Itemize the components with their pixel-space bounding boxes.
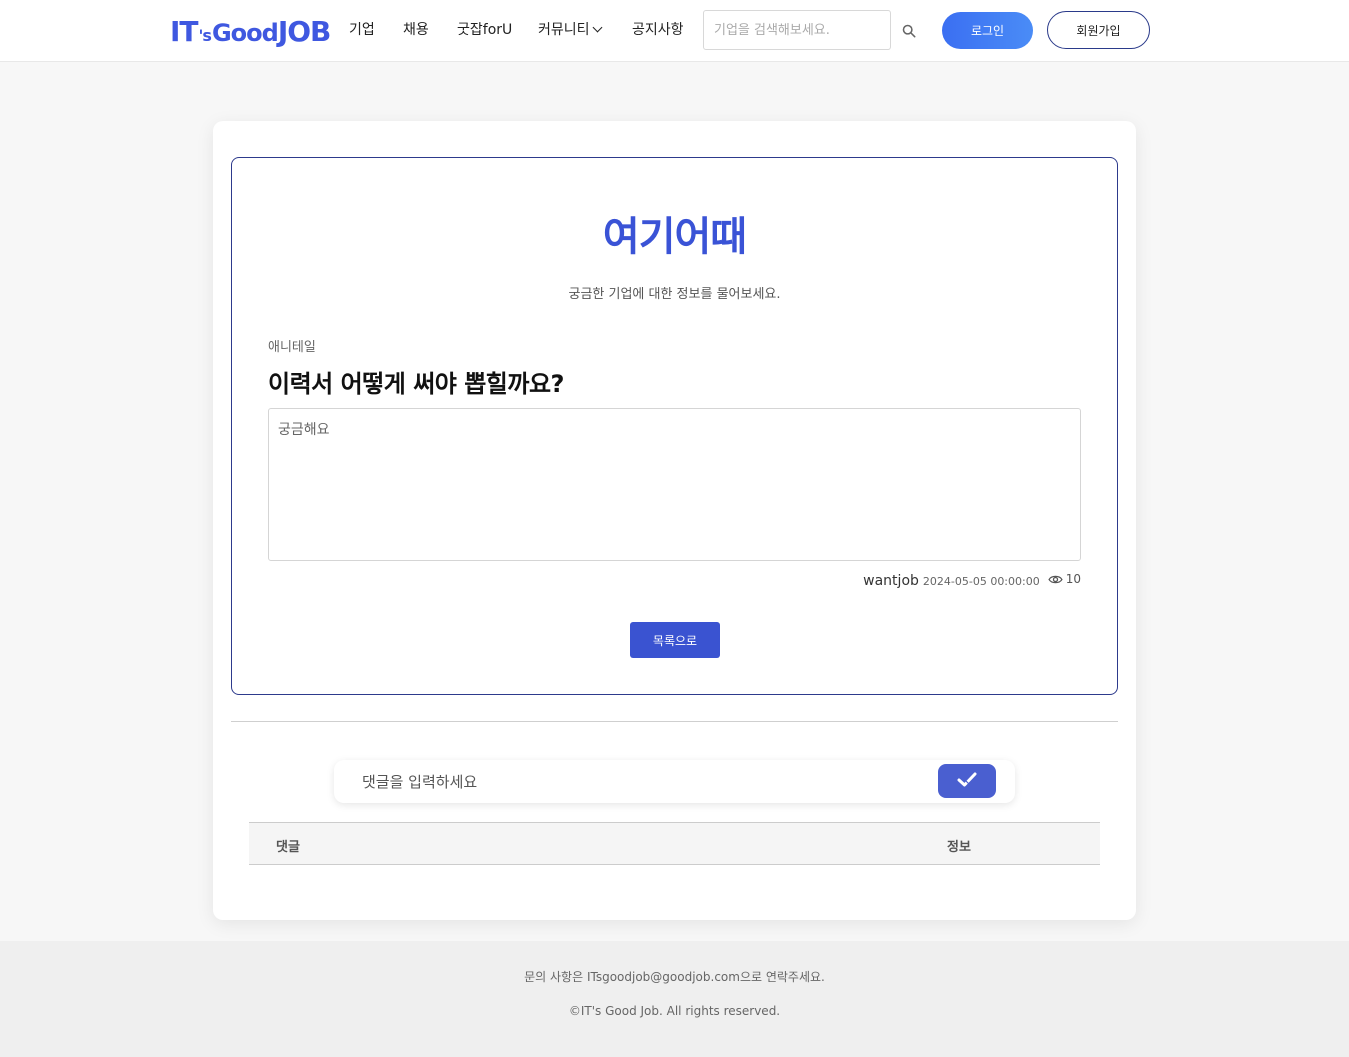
comment-column-header: 댓글 <box>276 840 300 855</box>
signup-button[interactable]: 회원가입 <box>1047 11 1150 49</box>
post-view-count: 10 <box>1065 572 1081 586</box>
logo-text-it: IT <box>170 15 199 48</box>
logo-text-job: JOB <box>277 15 332 48</box>
post-detail-panel: 여기어때 궁금한 기업에 대한 정보를 물어보세요. 애니테일 이력서 어떻게 … <box>231 157 1118 695</box>
back-to-list-button[interactable]: 목록으로 <box>630 622 720 658</box>
site-footer: 문의 사항은 ITsgoodjob@goodjob.com으로 연락주세요. ©… <box>0 941 1349 1057</box>
site-header: IT'sGoodJOB 기업 채용 굿잡forU 커뮤니티 공지사항 로그인 회… <box>0 0 1349 62</box>
post-author: wantjob <box>863 572 919 589</box>
nav-item-goodjob-for-u[interactable]: 굿잡forU <box>457 20 512 40</box>
nav-item-community[interactable]: 커뮤니티 <box>538 20 602 40</box>
logo-text-good: Good <box>211 19 279 47</box>
comment-table-header: 댓글 정보 <box>249 822 1100 865</box>
comment-input[interactable] <box>352 760 912 803</box>
post-content: 궁금해요 <box>268 408 1081 561</box>
post-company-name: 애니테일 <box>268 340 316 355</box>
search-icon[interactable] <box>902 24 916 38</box>
post-views: 10 <box>1048 572 1081 586</box>
board-subtitle: 궁금한 기업에 대한 정보를 물어보세요. <box>568 287 781 302</box>
eye-icon <box>1048 575 1063 583</box>
login-button[interactable]: 로그인 <box>942 12 1033 49</box>
check-icon <box>957 772 977 786</box>
post-title: 이력서 어떻게 써야 뽑힐까요? <box>268 370 564 398</box>
post-card: 여기어때 궁금한 기업에 대한 정보를 물어보세요. 애니테일 이력서 어떻게 … <box>213 121 1136 920</box>
info-column-header: 정보 <box>947 840 971 855</box>
board-title: 여기어때 <box>602 214 747 260</box>
footer-copyright: ©IT's Good Job. All rights reserved. <box>568 1004 781 1018</box>
section-divider <box>231 721 1118 722</box>
post-meta: wantjob 2024-05-05 00:00:00 10 <box>863 572 1081 589</box>
chevron-down-icon <box>592 22 602 33</box>
nav-item-community-label: 커뮤니티 <box>538 22 590 38</box>
comment-submit-button[interactable] <box>938 764 996 798</box>
footer-contact: 문의 사항은 ITsgoodjob@goodjob.com으로 연락주세요. <box>524 970 825 984</box>
nav-item-companies[interactable]: 기업 <box>349 20 375 40</box>
site-logo[interactable]: IT's Good JOB <box>170 14 332 48</box>
comment-form <box>334 760 1015 803</box>
nav-item-jobs[interactable]: 채용 <box>403 20 429 40</box>
nav-item-notices[interactable]: 공지사항 <box>632 20 684 40</box>
post-date: 2024-05-05 00:00:00 <box>922 574 1040 588</box>
company-search-input[interactable] <box>703 10 891 50</box>
logo-text-s: 's <box>198 26 212 45</box>
